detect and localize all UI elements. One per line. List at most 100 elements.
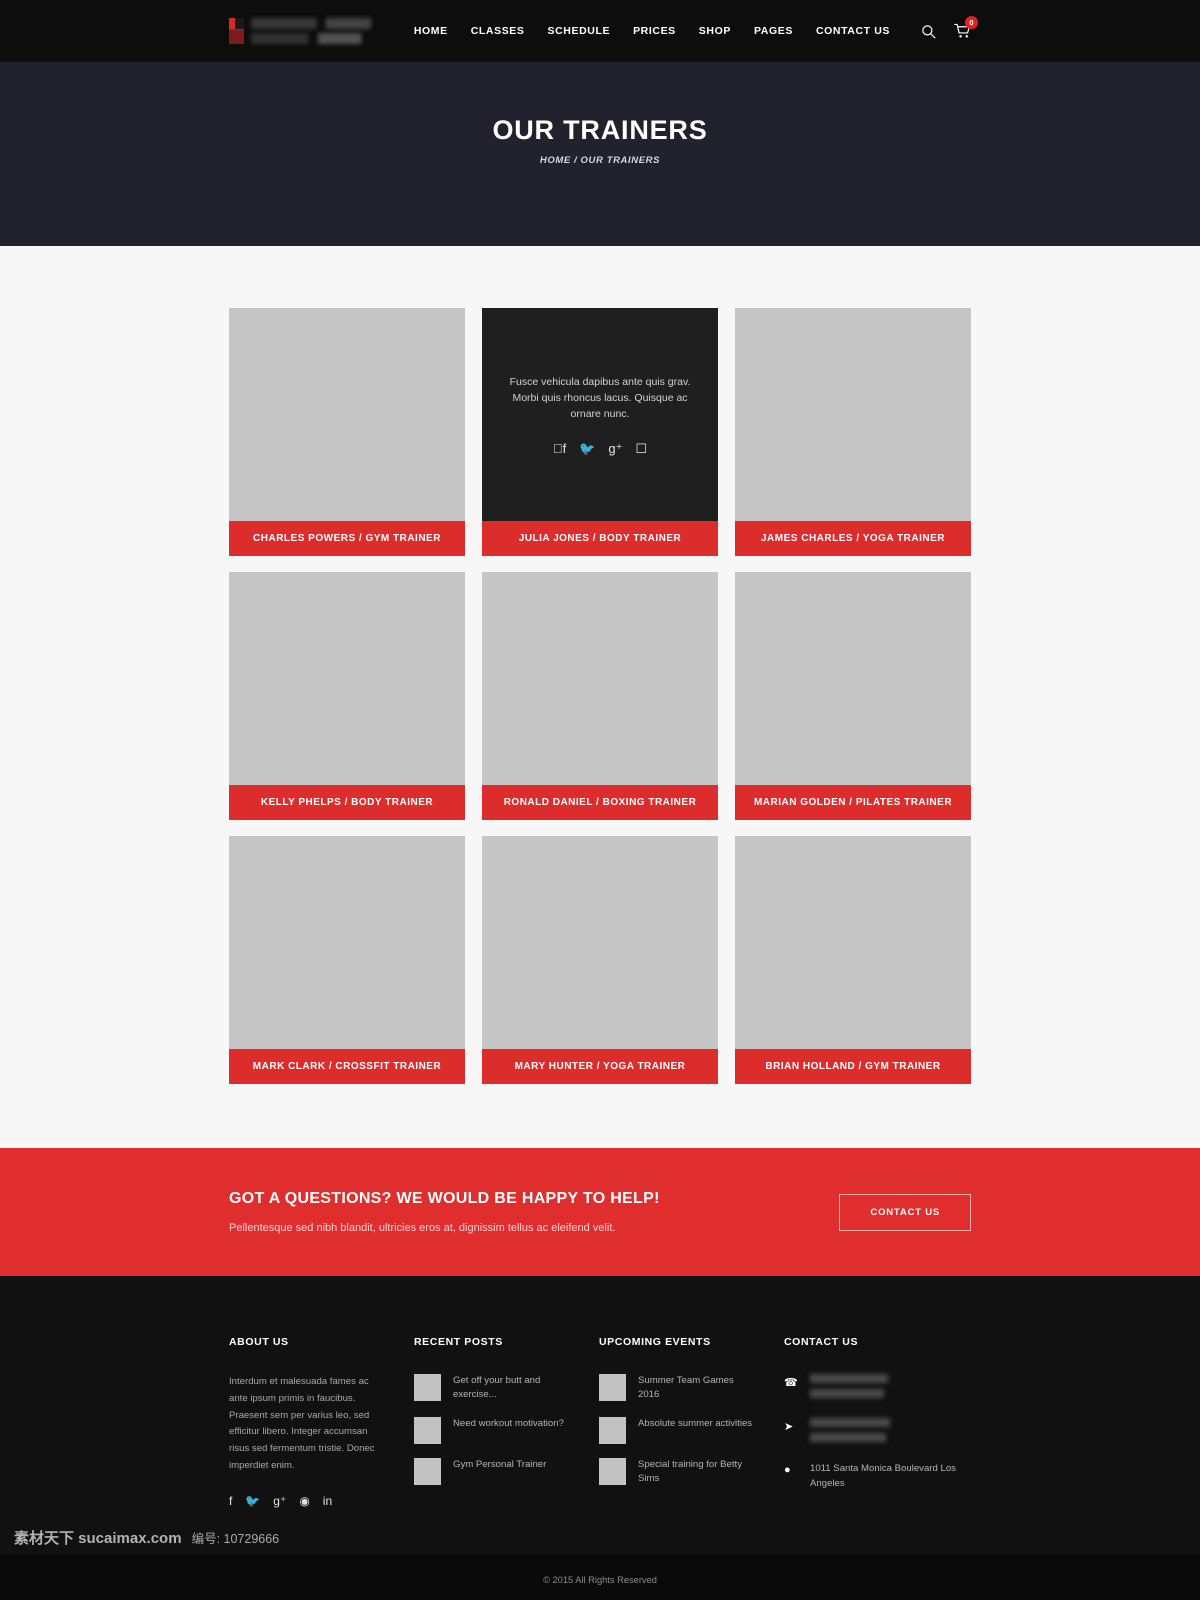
trainer-card[interactable]: KELLY PHELPS / BODY TRAINER [229,572,465,820]
twitter-icon[interactable]: 🐦 [579,442,595,455]
contact-phone-row: ☎ [784,1374,971,1404]
linkedin-icon[interactable]: in [323,1495,332,1507]
dribbble-icon[interactable]: ◉ [299,1495,309,1507]
trainer-name: RONALD DANIEL / BOXING TRAINER [482,785,718,820]
google-plus-icon[interactable]: g⁺ [273,1495,286,1507]
event-thumbnail [599,1457,626,1485]
footer-column-contact: CONTACT US ☎ ➤ ● 1011 Santa Monica Boule… [784,1336,971,1507]
trainer-social-links: f 🐦 g⁺ ☐ [553,442,647,455]
trainer-bio: Fusce vehicula dapibus ante quis grav. M… [509,375,691,421]
trainer-name: KELLY PHELPS / BODY TRAINER [229,785,465,820]
upcoming-events-list: Summer Team Games 2016 Absolute summer a… [599,1374,784,1487]
trainer-name: JULIA JONES / BODY TRAINER [482,521,718,556]
contact-address-value: 1011 Santa Monica Boulevard Los Angeles [810,1463,956,1489]
trainer-name: MARK CLARK / CROSSFIT TRAINER [229,1049,465,1084]
trainer-photo [229,572,465,785]
trainer-card[interactable]: JAMES CHARLES / YOGA TRAINER [735,308,971,556]
trainer-card[interactable]: MARIAN GOLDEN / PILATES TRAINER [735,572,971,820]
trainer-card[interactable]: CHARLES POWERS / GYM TRAINER [229,308,465,556]
search-icon[interactable] [921,24,936,39]
trainer-name: JAMES CHARLES / YOGA TRAINER [735,521,971,556]
recent-posts-list: Get off your butt and exercise... Need w… [414,1374,599,1485]
phone-icon: ☎ [784,1377,798,1389]
contact-email-row: ➤ [784,1418,971,1448]
redacted-text [810,1389,884,1398]
logo-mark-icon [229,18,244,44]
trainer-card[interactable]: MARY HUNTER / YOGA TRAINER [482,836,718,1084]
nav-item-shop[interactable]: SHOP [699,25,731,37]
post-title: Need workout motivation? [453,1417,564,1429]
facebook-icon[interactable]: f [229,1495,232,1507]
trainer-photo [735,572,971,785]
contact-email-value [810,1418,890,1448]
trainer-photo [229,836,465,1049]
nav-item-contact-us[interactable]: CONTACT US [816,25,890,37]
nav-item-schedule[interactable]: SCHEDULE [548,25,611,37]
post-thumbnail [414,1416,441,1444]
cart-count-badge: 0 [965,16,978,29]
footer-recent-posts-title: RECENT POSTS [414,1336,503,1348]
breadcrumb: HOME / OUR TRAINERS [539,155,661,166]
contact-details-list: ☎ ➤ ● 1011 Santa Monica Boulevard Los An… [784,1374,971,1492]
footer-contact-title: CONTACT US [784,1336,859,1348]
logo-wordmark [251,18,371,44]
footer-upcoming-events-title: UPCOMING EVENTS [599,1336,711,1348]
copyright-text: © 2015 All Rights Reserved [543,1575,657,1585]
site-header: HOME CLASSES SCHEDULE PRICES SHOP PAGES … [0,0,1200,62]
list-item[interactable]: Special training for Betty Sims [599,1457,784,1487]
page-banner: OUR TRAINERS HOME / OUR TRAINERS [0,62,1200,246]
nav-item-pages[interactable]: PAGES [754,25,793,37]
event-title: Special training for Betty Sims [638,1458,742,1485]
cart-icon[interactable]: 0 [954,16,978,39]
trainer-card[interactable]: MARK CLARK / CROSSFIT TRAINER [229,836,465,1084]
post-title: Gym Personal Trainer [453,1458,547,1470]
footer-column-recent-posts: RECENT POSTS Get off your butt and exerc… [414,1336,599,1507]
footer-columns: ABOUT US Interdum et malesuada fames ac … [229,1336,971,1507]
trainer-name: BRIAN HOLLAND / GYM TRAINER [735,1049,971,1084]
trainer-name: MARIAN GOLDEN / PILATES TRAINER [735,785,971,820]
footer-column-upcoming-events: UPCOMING EVENTS Summer Team Games 2016 A… [599,1336,784,1507]
send-icon: ➤ [784,1421,794,1433]
header-icons: 0 [921,16,978,39]
trainer-card[interactable]: RONALD DANIEL / BOXING TRAINER [482,572,718,820]
map-pin-icon: ● [784,1464,791,1476]
post-title: Get off your butt and exercise... [453,1375,541,1401]
trainer-photo [735,308,971,521]
contact-address-row: ● 1011 Santa Monica Boulevard Los Angele… [784,1462,971,1492]
list-item[interactable]: Absolute summer activities [599,1416,784,1444]
footer-main: ABOUT US Interdum et malesuada fames ac … [0,1276,1200,1555]
trainer-card[interactable]: Fusce vehicula dapibus ante quis grav. M… [482,308,718,556]
facebook-icon[interactable]: f [553,442,566,455]
event-thumbnail [599,1374,626,1401]
trainer-hover-overlay: Fusce vehicula dapibus ante quis grav. M… [482,308,718,521]
list-item[interactable]: Gym Personal Trainer [414,1457,599,1485]
list-item[interactable]: Get off your butt and exercise... [414,1374,599,1403]
list-item[interactable]: Summer Team Games 2016 [599,1374,784,1403]
trainer-photo [735,836,971,1049]
trainer-photo [229,308,465,521]
site-logo[interactable] [229,18,371,44]
nav-item-home[interactable]: HOME [414,25,448,37]
trainers-section: CHARLES POWERS / GYM TRAINER Fusce vehic… [0,246,1200,1148]
cta-subtext: Pellentesque sed nibh blandit, ultricies… [229,1222,616,1234]
cta-contact-us-button[interactable]: CONTACT US [839,1193,971,1231]
cta-heading: GOT A QUESTIONS? WE WOULD BE HAPPY TO HE… [229,1190,660,1207]
trainers-grid: CHARLES POWERS / GYM TRAINER Fusce vehic… [229,308,971,1084]
trainer-card[interactable]: BRIAN HOLLAND / GYM TRAINER [735,836,971,1084]
nav-item-prices[interactable]: PRICES [633,25,676,37]
post-thumbnail [414,1374,441,1401]
redacted-text [810,1418,890,1427]
footer-social-links: f 🐦 g⁺ ◉ in [229,1495,414,1507]
trainer-photo [482,836,718,1049]
google-plus-icon[interactable]: g⁺ [608,442,622,455]
main-navigation: HOME CLASSES SCHEDULE PRICES SHOP PAGES … [414,16,978,39]
twitter-icon[interactable]: 🐦 [245,1495,260,1507]
nav-item-classes[interactable]: CLASSES [471,25,525,37]
list-item[interactable]: Need workout motivation? [414,1416,599,1444]
event-title: Summer Team Games 2016 [638,1375,734,1401]
trainer-photo [482,572,718,785]
redacted-text [810,1433,886,1442]
contact-phone-value [810,1374,888,1404]
instagram-icon[interactable]: ☐ [636,442,648,455]
cta-banner: GOT A QUESTIONS? WE WOULD BE HAPPY TO HE… [0,1148,1200,1276]
